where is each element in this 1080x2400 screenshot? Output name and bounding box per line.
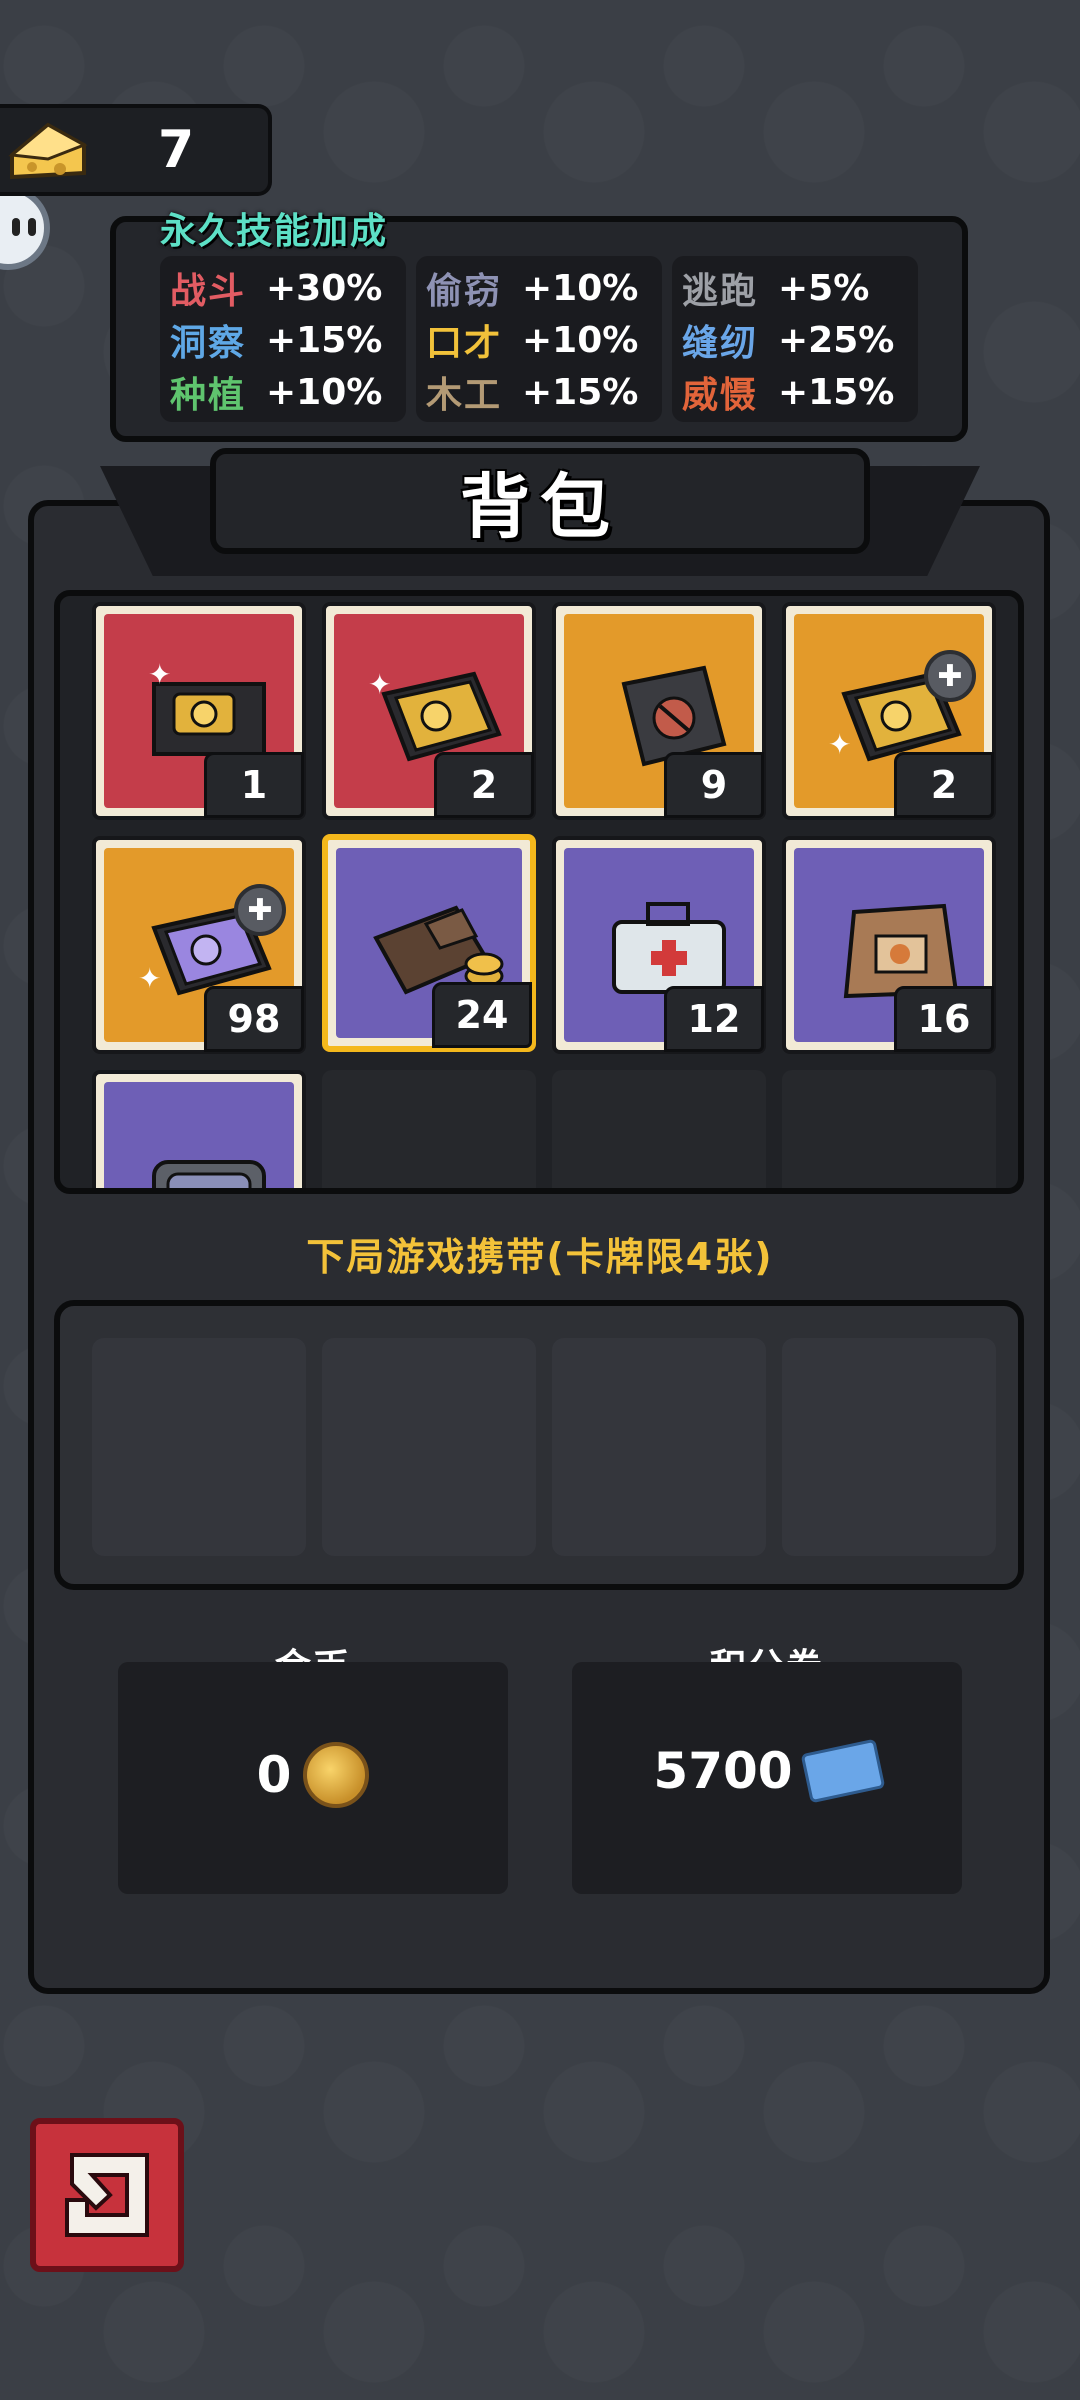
inventory-slot[interactable] [92,1070,306,1188]
skill-name: 洞察 [170,323,247,364]
points-ticket-icon [800,1738,885,1804]
carry-slot[interactable] [552,1338,766,1556]
cheese-icon [8,115,88,185]
skill-row: 洞察 +15% [170,314,396,366]
skill-value: +15% [522,371,639,413]
svg-text:✦: ✦ [148,658,171,691]
skill-row: 偷窃 +10% [426,262,652,314]
inventory-slot[interactable]: 16 [782,836,996,1054]
skill-value: +15% [778,371,895,413]
skill-row: 威慑 +15% [682,366,908,418]
gold-value-row: 0 [118,1742,508,1808]
slot-background [104,1082,294,1188]
skill-name: 威慑 [682,375,759,416]
skill-row: 口才 +10% [426,314,652,366]
skill-column-1: 战斗 +30% 洞察 +15% 种植 +10% [160,256,406,422]
cheese-count: 7 [158,120,195,180]
item-quantity: 24 [432,982,532,1048]
carry-slot[interactable] [322,1338,536,1556]
skill-name: 战斗 [170,271,247,312]
skill-column-3: 逃跑 +5% 缝纫 +25% 威慑 +15% [672,256,918,422]
carry-slots-area [54,1300,1024,1590]
points-box: 5700 [572,1662,962,1894]
inventory-slot[interactable]: 9 [552,602,766,820]
skill-bonus-panel: 永久技能加成 战斗 +30% 洞察 +15% 种植 +10% 偷窃 +10% 口… [110,211,968,442]
skill-name: 缝纫 [682,323,759,364]
inventory-grid[interactable]: ✦ 1 ✦ 2 9 ✦ ✚ 2 ✦ ✚ 98 24 12 16 [54,590,1024,1194]
gold-coin-icon [303,1742,370,1808]
skill-row: 逃跑 +5% [682,262,908,314]
skill-name: 逃跑 [682,271,759,312]
skill-value: +25% [778,319,895,361]
item-quantity: 98 [204,986,304,1052]
svg-text:✦: ✦ [138,962,161,995]
skill-name: 口才 [426,323,503,364]
carry-label: 下局游戏携带(卡牌限4张) [306,1235,774,1279]
skill-name: 木工 [426,375,503,416]
puzzle-piece-icon: ✚ [924,650,976,702]
skill-value: +10% [522,267,639,309]
skill-value: +15% [266,319,383,361]
svg-text:✦: ✦ [368,668,391,701]
cheese-counter: 7 [0,104,272,196]
exit-button[interactable] [30,2118,184,2272]
svg-text:✦: ✦ [828,728,851,761]
inventory-slot[interactable]: ✦ 2 [322,602,536,820]
item-quantity: 16 [894,986,994,1052]
gold-box: 0 [118,1662,508,1894]
item-quantity: 2 [434,752,534,818]
skill-value: +10% [266,371,383,413]
item-quantity: 9 [664,752,764,818]
skill-name: 偷窃 [426,271,503,312]
skill-name: 种植 [170,375,247,416]
backpack-title: 背包 [460,465,620,548]
inventory-slot[interactable]: ✦ ✚ 98 [92,836,306,1054]
inventory-slot[interactable]: ✦ 1 [92,602,306,820]
skill-row: 木工 +15% [426,366,652,418]
skill-row: 战斗 +30% [170,262,396,314]
item-quantity: 1 [204,752,304,818]
skill-value: +10% [522,319,639,361]
points-value-row: 5700 [572,1738,962,1804]
inventory-slot[interactable]: ✦ ✚ 2 [782,602,996,820]
inventory-slot[interactable]: 12 [552,836,766,1054]
skill-row: 种植 +10% [170,366,396,418]
carry-slot[interactable] [782,1338,996,1556]
brain-jar-icon [152,1160,266,1188]
empty-slot[interactable] [552,1070,766,1188]
points-amount: 5700 [653,1742,793,1800]
empty-slot[interactable] [782,1070,996,1188]
gold-amount: 0 [256,1746,292,1804]
exit-arrow-icon [65,2153,149,2237]
skill-panel-title: 永久技能加成 [160,211,389,252]
item-quantity: 2 [894,752,994,818]
backpack-title-box: 背包 [210,448,870,554]
skill-value: +30% [266,267,383,309]
carry-slot[interactable] [92,1338,306,1556]
inventory-slot-selected[interactable]: 24 [322,834,536,1052]
empty-slot[interactable] [322,1070,536,1188]
skill-row: 缝纫 +25% [682,314,908,366]
puzzle-piece-icon: ✚ [234,884,286,936]
item-quantity: 12 [664,986,764,1052]
skill-column-2: 偷窃 +10% 口才 +10% 木工 +15% [416,256,662,422]
skill-value: +5% [778,267,870,309]
